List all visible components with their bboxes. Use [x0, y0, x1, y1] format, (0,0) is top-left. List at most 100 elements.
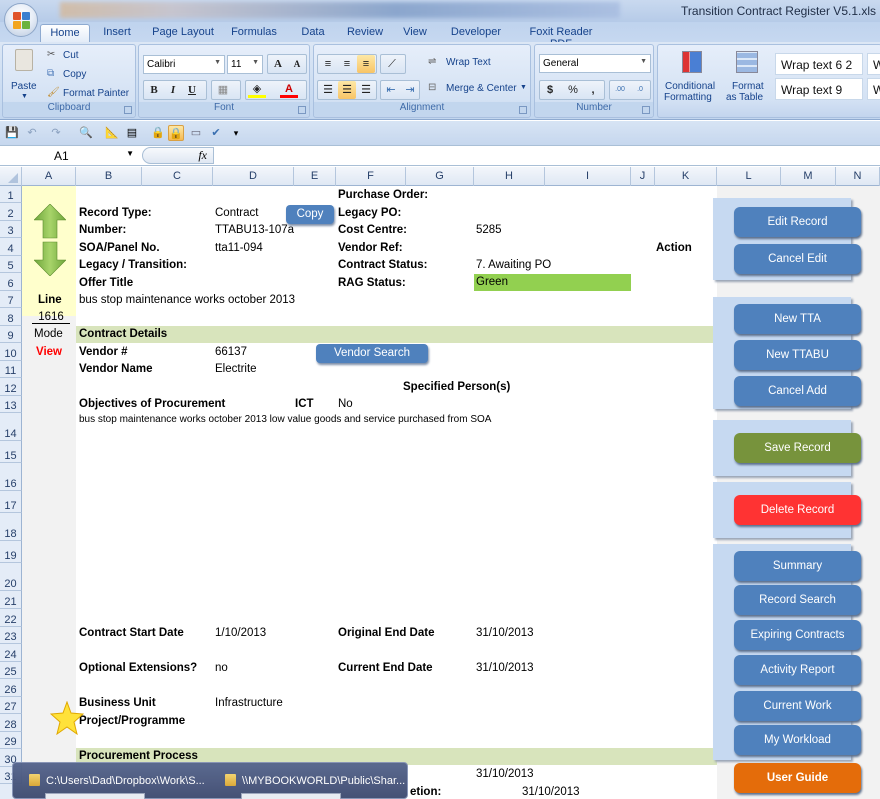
italic-button[interactable]: I	[164, 81, 182, 99]
undo-icon[interactable]: ↶	[24, 125, 40, 141]
tab-insert[interactable]: Insert	[95, 24, 139, 42]
comment-icon[interactable]: ▭	[188, 125, 204, 141]
column-header-d[interactable]: D	[213, 167, 294, 186]
row-header-22[interactable]: 22	[0, 609, 22, 627]
row-header-13[interactable]: 13	[0, 395, 22, 413]
row-header-21[interactable]: 21	[0, 591, 22, 609]
row-header-16[interactable]: 16	[0, 463, 22, 491]
align-center-button[interactable]: ☰	[338, 81, 356, 99]
column-header-c[interactable]: C	[142, 167, 213, 186]
row-header-4[interactable]: 4	[0, 238, 22, 256]
underline-button[interactable]: U	[183, 81, 201, 99]
cell-style-w-2[interactable]: W	[867, 78, 880, 100]
column-header-n[interactable]: N	[836, 167, 880, 186]
row-header-19[interactable]: 19	[0, 541, 22, 563]
window-thumbnail[interactable]	[45, 793, 145, 799]
tab-formulas[interactable]: Formulas	[228, 24, 280, 42]
row-header-8[interactable]: 8	[0, 308, 22, 326]
align-middle-button[interactable]: ≡	[338, 55, 356, 73]
preview-item-mybookworld[interactable]: \\MYBOOKWORLD\Public\Shar...	[225, 774, 405, 787]
decrease-indent-button[interactable]: ⇤	[382, 81, 400, 99]
select-all-button[interactable]	[0, 167, 22, 186]
column-header-e[interactable]: E	[294, 167, 336, 186]
row-header-1[interactable]: 1	[0, 186, 22, 203]
row-header-18[interactable]: 18	[0, 513, 22, 541]
column-header-j[interactable]: J	[631, 167, 655, 186]
row-header-6[interactable]: 6	[0, 273, 22, 291]
expiring-contracts-button[interactable]: Expiring Contracts	[734, 620, 861, 650]
office-button[interactable]	[4, 3, 38, 37]
align-right-button[interactable]: ☰	[357, 81, 375, 99]
copy-button[interactable]: Copy	[286, 205, 334, 224]
number-format-select[interactable]: General ▼	[539, 54, 651, 73]
row-header-20[interactable]: 20	[0, 563, 22, 591]
row-header-28[interactable]: 28	[0, 714, 22, 732]
row-header-27[interactable]: 27	[0, 696, 22, 714]
row-header-2[interactable]: 2	[0, 203, 22, 221]
row-header-14[interactable]: 14	[0, 413, 22, 441]
column-header-k[interactable]: K	[655, 167, 717, 186]
currency-button[interactable]: $	[541, 81, 559, 99]
new-tta-button[interactable]: New TTA	[734, 304, 861, 334]
tab-review[interactable]: Review	[343, 24, 387, 42]
check-icon[interactable]: ✔	[208, 125, 224, 141]
save-icon[interactable]: 💾	[4, 125, 20, 141]
column-header-f[interactable]: F	[336, 167, 406, 186]
current-work-button[interactable]: Current Work	[734, 691, 861, 721]
align-left-button[interactable]: ☰	[319, 81, 337, 99]
column-header-h[interactable]: H	[474, 167, 545, 186]
tab-developer[interactable]: Developer	[447, 24, 505, 42]
dialog-launcher-icon[interactable]	[642, 106, 650, 114]
print-preview-icon[interactable]: 🔍	[78, 125, 94, 141]
star-icon[interactable]	[50, 701, 84, 735]
font-color-button[interactable]: A	[280, 80, 298, 98]
row-header-25[interactable]: 25	[0, 661, 22, 679]
row-header-12[interactable]: 12	[0, 378, 22, 396]
row-header-3[interactable]: 3	[0, 220, 22, 238]
align-top-button[interactable]: ≡	[319, 55, 337, 73]
row-header-17[interactable]: 17	[0, 491, 22, 513]
cancel-edit-button[interactable]: Cancel Edit	[734, 244, 861, 274]
tab-page-layout[interactable]: Page Layout	[148, 24, 218, 42]
tab-view[interactable]: View	[398, 24, 432, 42]
dialog-launcher-icon[interactable]	[124, 106, 132, 114]
vendor-search-button[interactable]: Vendor Search	[316, 344, 428, 363]
format-painter-button[interactable]: 🖌 Format Painter	[47, 87, 137, 103]
protect-workbook-icon[interactable]: 🔒	[168, 125, 184, 141]
orientation-button[interactable]: ⟋	[380, 54, 406, 74]
grow-font-button[interactable]: A	[269, 55, 287, 73]
column-header-b[interactable]: B	[76, 167, 142, 186]
decrease-decimal-button[interactable]: .0	[631, 81, 649, 99]
insert-function-button[interactable]: fx	[142, 147, 214, 164]
properties-icon[interactable]: ▤	[124, 125, 140, 141]
cell-style-w-1[interactable]: W	[867, 53, 880, 75]
paste-button[interactable]: Paste ▼	[7, 47, 41, 103]
row-header-29[interactable]: 29	[0, 731, 22, 749]
row-header-10[interactable]: 10	[0, 343, 22, 361]
tab-home[interactable]: Home	[40, 24, 90, 42]
new-ttabu-button[interactable]: New TTABU	[734, 340, 861, 370]
format-as-table-button[interactable]: Format as Table	[724, 47, 770, 103]
conditional-formatting-button[interactable]: Conditional Formatting	[660, 47, 724, 103]
font-size-select[interactable]: 11 ▼	[227, 55, 263, 74]
increase-indent-button[interactable]: ⇥	[401, 81, 419, 99]
row-header-26[interactable]: 26	[0, 679, 22, 697]
edit-record-button[interactable]: Edit Record	[734, 207, 861, 237]
cancel-add-button[interactable]: Cancel Add	[734, 376, 861, 406]
user-guide-button[interactable]: User Guide	[734, 763, 861, 793]
row-header-9[interactable]: 9	[0, 325, 22, 343]
shrink-font-button[interactable]: A	[288, 55, 306, 73]
window-thumbnail[interactable]	[241, 793, 341, 799]
dialog-launcher-icon[interactable]	[519, 106, 527, 114]
column-header-g[interactable]: G	[406, 167, 474, 186]
preview-item-dropbox[interactable]: C:\Users\Dad\Dropbox\Work\S...	[29, 774, 205, 787]
row-header-23[interactable]: 23	[0, 626, 22, 644]
row-header-11[interactable]: 11	[0, 360, 22, 378]
cell-style-wrap-text-6-2[interactable]: Wrap text 6 2	[775, 53, 863, 75]
fill-color-button[interactable]: ◈	[248, 80, 266, 98]
column-header-l[interactable]: L	[717, 167, 781, 186]
column-header-m[interactable]: M	[781, 167, 836, 186]
wrap-text-button[interactable]: ⇌ Wrap Text	[428, 55, 528, 73]
row-header-7[interactable]: 7	[0, 290, 22, 308]
bold-button[interactable]: B	[145, 81, 163, 99]
